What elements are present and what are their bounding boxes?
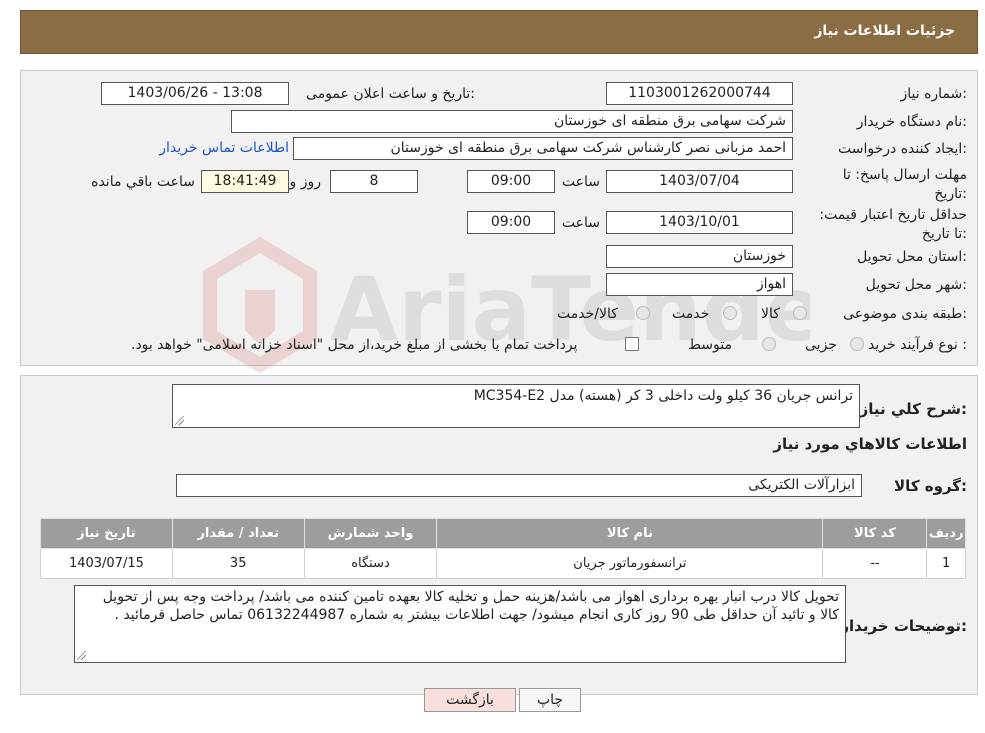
description-textarea[interactable]: ترانس جریان 36 کیلو ولت داخلی 3 کر (هسته… (172, 384, 860, 428)
announce-field: 1403/06/26 - 13:08 (101, 82, 289, 105)
resize-grip-icon[interactable] (77, 651, 86, 660)
category-option-service: خدمت (672, 306, 710, 322)
col-item-name: نام کالا (436, 518, 824, 549)
buyer-org-field: شرکت سهامی برق منطقه ای خوزستان (231, 110, 793, 133)
page-header: جزئیات اطلاعات نیاز (20, 10, 978, 54)
purchase-note: پرداخت تمام یا بخشی از مبلغ خرید،از محل … (131, 337, 578, 353)
description-label: شرح کلي نیاز: (859, 400, 967, 418)
city-field: اهواز (606, 273, 793, 296)
table-header-row: ردیف کد کالا نام کالا واحد شمارش تعداد /… (40, 518, 966, 549)
province-label: استان محل تحویل: (857, 249, 967, 265)
page-title: جزئیات اطلاعات نیاز (814, 23, 955, 39)
col-unit: واحد شمارش (303, 518, 438, 549)
price-validity-time-field: 09:00 (467, 211, 555, 234)
buyer-org-label: نام دستگاه خریدار: (856, 114, 967, 130)
category-option-goods-service: کالا/خدمت (557, 306, 618, 322)
purchase-option-medium: متوسط (688, 337, 732, 353)
table-row: 1 -- ترانسفورماتور جریان دستگاه 35 1403/… (40, 548, 966, 579)
purchase-type-label: نوع فرآیند خرید : (868, 337, 967, 353)
back-button[interactable]: بازگشت (424, 688, 516, 712)
treasury-checkbox[interactable] (625, 337, 639, 351)
goods-group-label: گروه کالا: (894, 477, 967, 495)
goods-section-title: اطلاعات کالاهاي مورد نیاز (773, 435, 967, 453)
cell-item-name: ترانسفورماتور جریان (436, 548, 824, 579)
province-field: خوزستان (606, 245, 793, 268)
col-item-code: کد کالا (822, 518, 928, 549)
cell-unit: دستگاه (303, 548, 438, 579)
days-label: روز و (289, 174, 322, 190)
cell-quantity: 35 (171, 548, 305, 579)
remaining-time-field: 18:41:49 (201, 170, 289, 193)
category-option-goods: کالا (761, 306, 780, 322)
cell-need-date: 1403/07/15 (40, 548, 173, 579)
cell-row-number: 1 (926, 548, 966, 579)
purchase-option-minor: جزیی (805, 337, 837, 353)
remaining-label: ساعت باقي مانده (91, 174, 195, 190)
reply-deadline-label: مهلت ارسال پاسخ: تا تاریخ: (842, 167, 967, 202)
purchase-radio-minor[interactable] (850, 337, 864, 351)
col-quantity: تعداد / مقدار (171, 518, 305, 549)
buyer-notes-text: تحویل کالا درب انبار بهره برداری اهواز م… (102, 589, 839, 623)
buyer-contact-link[interactable]: اطلاعات تماس خریدار (159, 140, 289, 156)
category-radio-goods[interactable] (793, 306, 807, 320)
description-text: ترانس جریان 36 کیلو ولت داخلی 3 کر (هسته… (473, 388, 853, 404)
requester-field: احمد مزبانی نصر کارشناس شرکت سهامی برق م… (293, 137, 793, 160)
category-label: طبقه بندی موضوعی: (843, 306, 967, 322)
purchase-radio-medium[interactable] (762, 337, 776, 351)
col-row-number: ردیف (926, 518, 966, 549)
buyer-notes-textarea[interactable]: تحویل کالا درب انبار بهره برداری اهواز م… (74, 585, 846, 663)
need-number-label: شماره نیاز: (900, 86, 967, 102)
days-field: 8 (330, 170, 418, 193)
requester-label: ایجاد کننده درخواست: (838, 141, 967, 157)
goods-group-field: ابزارآلات الکتریکی (176, 474, 862, 497)
city-label: شهر محل تحویل: (865, 277, 967, 293)
items-table: ردیف کد کالا نام کالا واحد شمارش تعداد /… (40, 518, 966, 579)
reply-time-field: 09:00 (467, 170, 555, 193)
col-need-date: تاریخ نیاز (40, 518, 173, 549)
reply-time-label: ساعت (561, 174, 600, 190)
category-radio-service[interactable] (723, 306, 737, 320)
price-validity-time-label: ساعت (561, 215, 600, 231)
price-validity-label: حداقل تاریخ اعتبار قیمت: تا تاریخ: (819, 207, 967, 242)
cell-item-code: -- (822, 548, 928, 579)
need-number-field: 1103001262000744 (606, 82, 793, 105)
buyer-notes-label: توضیحات خریدار: (840, 617, 967, 635)
reply-date-field: 1403/07/04 (606, 170, 793, 193)
resize-grip-icon[interactable] (175, 416, 184, 425)
announce-label: تاریخ و ساعت اعلان عمومی: (306, 86, 475, 102)
category-radio-goods-service[interactable] (636, 306, 650, 320)
price-validity-date-field: 1403/10/01 (606, 211, 793, 234)
print-button[interactable]: چاپ (519, 688, 581, 712)
